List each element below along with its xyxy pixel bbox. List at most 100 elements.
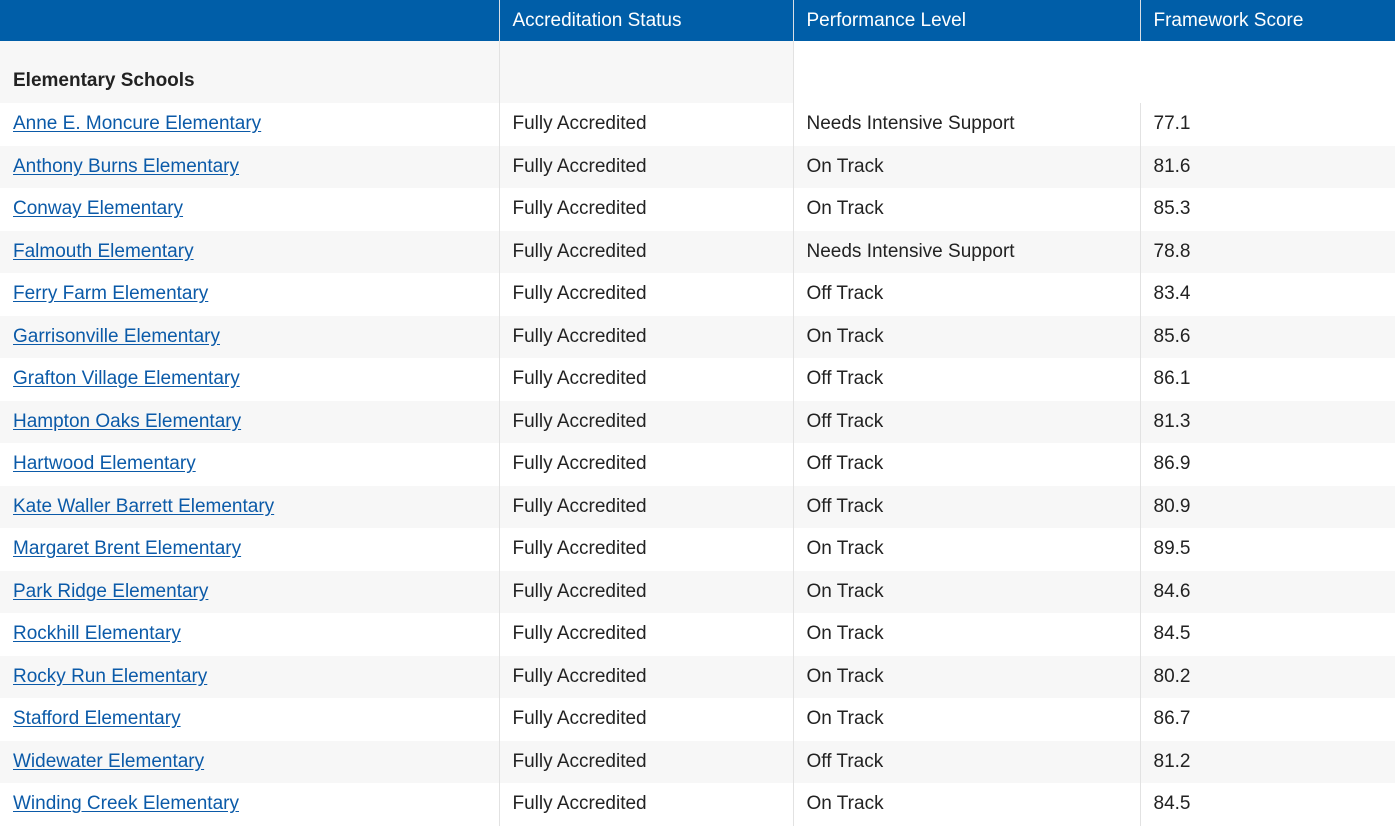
accreditation-status-cell: Fully Accredited <box>498 315 793 358</box>
school-link[interactable]: Widewater Elementary <box>13 751 204 772</box>
school-cell: Rockhill Elementary <box>0 613 499 656</box>
school-cell: Winding Creek Elementary <box>0 783 499 826</box>
framework-score-cell: 83.4 <box>1139 273 1395 316</box>
performance-level-cell: On Track <box>792 783 1140 826</box>
table-row: Rockhill Elementary Fully Accredited On Tr… <box>0 613 1395 656</box>
table-row: Rocky Run Elementary Fully Accredited On T… <box>0 655 1395 698</box>
framework-score-cell: 78.8 <box>1139 230 1395 273</box>
school-cell: Park Ridge Elementary <box>0 570 499 613</box>
accreditation-status-cell: Fully Accredited <box>498 273 793 316</box>
accreditation-status-cell: Fully Accredited <box>498 485 793 528</box>
accreditation-status-cell: Fully Accredited <box>498 400 793 443</box>
table-body: Elementary Schools Anne E. Moncure Eleme… <box>0 41 1395 826</box>
accreditation-status-cell: Fully Accredited <box>498 443 793 486</box>
table-row: Ferry Farm Elementary Fully Accredited Off… <box>0 273 1395 316</box>
accreditation-status-cell: Fully Accredited <box>498 230 793 273</box>
performance-level-cell: Off Track <box>792 273 1140 316</box>
framework-score-cell: 86.7 <box>1139 698 1395 741</box>
school-cell: Grafton Village Elementary <box>0 358 499 401</box>
school-link[interactable]: Winding Creek Elementary <box>13 793 239 814</box>
header-framework-score: Framework Score <box>1139 0 1395 41</box>
accreditation-status-cell: Fully Accredited <box>498 783 793 826</box>
table-row: Stafford Elementary Fully Accredited On Tr… <box>0 698 1395 741</box>
performance-level-cell: On Track <box>792 145 1140 188</box>
accreditation-status-cell: Fully Accredited <box>498 358 793 401</box>
accreditation-status-cell: Fully Accredited <box>498 570 793 613</box>
performance-level-cell: On Track <box>792 655 1140 698</box>
performance-level-cell: Needs Intensive Support <box>792 103 1140 146</box>
performance-level-cell: Off Track <box>792 740 1140 783</box>
table-row: Grafton Village Elementary Fully Accredit… <box>0 358 1395 401</box>
group-label: Elementary Schools <box>0 41 499 103</box>
performance-level-cell: On Track <box>792 698 1140 741</box>
table-row: Garrisonville Elementary Fully Accredited… <box>0 315 1395 358</box>
accreditation-status-cell: Fully Accredited <box>498 613 793 656</box>
school-cell: Conway Elementary <box>0 188 499 231</box>
school-link[interactable]: Rocky Run Elementary <box>13 666 207 687</box>
performance-level-cell: On Track <box>792 315 1140 358</box>
accreditation-status-cell: Fully Accredited <box>498 698 793 741</box>
framework-score-cell: 81.6 <box>1139 145 1395 188</box>
framework-score-cell: 86.9 <box>1139 443 1395 486</box>
framework-score-cell: 84.5 <box>1139 613 1395 656</box>
school-link[interactable]: Falmouth Elementary <box>13 241 194 262</box>
framework-score-cell: 80.2 <box>1139 655 1395 698</box>
school-link[interactable]: Ferry Farm Elementary <box>13 283 208 304</box>
table-row: Widewater Elementary Fully Accredited Off … <box>0 740 1395 783</box>
table-row: Falmouth Elementary Fully Accredited Needs… <box>0 230 1395 273</box>
school-cell: Rocky Run Elementary <box>0 655 499 698</box>
performance-level-cell: Off Track <box>792 485 1140 528</box>
school-link[interactable]: Conway Elementary <box>13 198 183 219</box>
group-cell <box>498 41 793 103</box>
school-link[interactable]: Hampton Oaks Elementary <box>13 411 241 432</box>
group-row: Elementary Schools <box>0 41 1395 103</box>
school-link[interactable]: Kate Waller Barrett Elementary <box>13 496 274 517</box>
school-link[interactable]: Garrisonville Elementary <box>13 326 220 347</box>
school-cell: Kate Waller Barrett Elementary <box>0 485 499 528</box>
framework-score-cell: 81.2 <box>1139 740 1395 783</box>
header-row: Accreditation Status Performance Level F… <box>0 0 1395 41</box>
school-cell: Garrisonville Elementary <box>0 315 499 358</box>
table-row: Conway Elementary Fully Accredited On Trac… <box>0 188 1395 231</box>
school-accreditation-table: Accreditation Status Performance Level F… <box>0 0 1395 826</box>
school-cell: Margaret Brent Elementary <box>0 528 499 571</box>
accreditation-status-cell: Fully Accredited <box>498 740 793 783</box>
school-cell: Ferry Farm Elementary <box>0 273 499 316</box>
framework-score-cell: 81.3 <box>1139 400 1395 443</box>
school-cell: Falmouth Elementary <box>0 230 499 273</box>
school-link[interactable]: Stafford Elementary <box>13 708 181 729</box>
performance-level-cell: Needs Intensive Support <box>792 230 1140 273</box>
table-row: Hartwood Elementary Fully Accredited Off T… <box>0 443 1395 486</box>
table-header: Accreditation Status Performance Level F… <box>0 0 1395 41</box>
framework-score-cell: 85.6 <box>1139 315 1395 358</box>
performance-level-cell: Off Track <box>792 443 1140 486</box>
framework-score-cell: 84.5 <box>1139 783 1395 826</box>
framework-score-cell: 84.6 <box>1139 570 1395 613</box>
school-link[interactable]: Anne E. Moncure Elementary <box>13 113 261 134</box>
header-accreditation-status: Accreditation Status <box>498 0 793 41</box>
table-row: Hampton Oaks Elementary Fully Accredited O… <box>0 400 1395 443</box>
table-row: Margaret Brent Elementary Fully Accredite… <box>0 528 1395 571</box>
school-link[interactable]: Anthony Burns Elementary <box>13 156 239 177</box>
group-cell <box>1140 41 1395 103</box>
school-cell: Stafford Elementary <box>0 698 499 741</box>
group-cell <box>792 41 1140 103</box>
school-link[interactable]: Hartwood Elementary <box>13 453 196 474</box>
school-link[interactable]: Park Ridge Elementary <box>13 581 208 602</box>
header-school <box>0 0 499 41</box>
performance-level-cell: On Track <box>792 188 1140 231</box>
performance-level-cell: On Track <box>792 528 1140 571</box>
performance-level-cell: Off Track <box>792 400 1140 443</box>
school-link[interactable]: Margaret Brent Elementary <box>13 538 241 559</box>
framework-score-cell: 85.3 <box>1139 188 1395 231</box>
accreditation-status-cell: Fully Accredited <box>498 188 793 231</box>
school-cell: Anne E. Moncure Elementary <box>0 103 499 146</box>
performance-level-cell: On Track <box>792 613 1140 656</box>
table-row: Winding Creek Elementary Fully Accredited… <box>0 783 1395 826</box>
framework-score-cell: 89.5 <box>1139 528 1395 571</box>
table-row: Kate Waller Barrett Elementary Fully Accr… <box>0 485 1395 528</box>
school-link[interactable]: Grafton Village Elementary <box>13 368 240 389</box>
performance-level-cell: Off Track <box>792 358 1140 401</box>
school-link[interactable]: Rockhill Elementary <box>13 623 181 644</box>
table-row: Anne E. Moncure Elementary Fully Accredit… <box>0 103 1395 146</box>
